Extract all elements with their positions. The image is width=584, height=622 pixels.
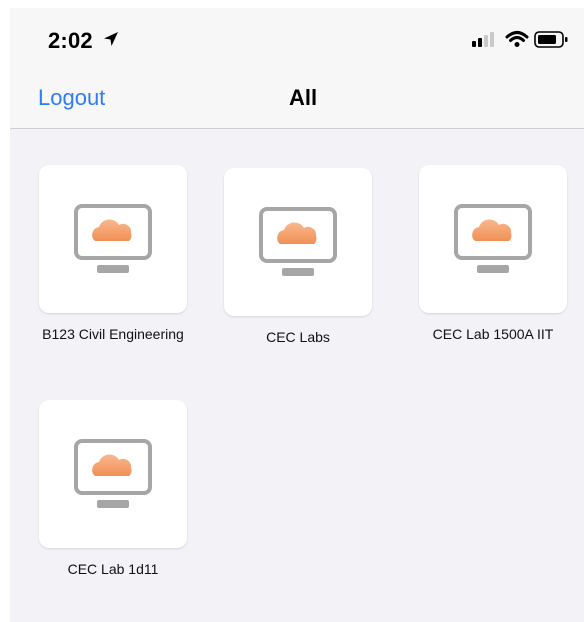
top-bar: 2:02 Logout All	[10, 8, 584, 129]
cloud-monitor-icon	[74, 439, 152, 508]
page-title: All	[289, 85, 318, 110]
location-arrow-icon	[104, 32, 118, 46]
app-screen: 2:02 Logout All B123 Civil Engineering C…	[10, 8, 584, 622]
battery-icon	[534, 31, 568, 48]
desktop-label: B123 Civil Engineering	[42, 326, 184, 342]
desktop-tile-b123-civil-engineering[interactable]	[39, 165, 187, 313]
desktop-label: CEC Labs	[266, 329, 330, 345]
desktop-tile-cec-lab-1500a-iit[interactable]	[419, 165, 567, 313]
desktop-label: CEC Lab 1d11	[67, 561, 159, 577]
status-time: 2:02	[48, 28, 93, 53]
cloud-monitor-icon	[259, 207, 337, 276]
desktop-tile-cec-labs[interactable]	[224, 168, 372, 316]
cloud-monitor-icon	[454, 204, 532, 273]
desktop-label: CEC Lab 1500A IIT	[432, 326, 554, 342]
wifi-icon	[505, 31, 529, 47]
cloud-monitor-icon	[74, 204, 152, 273]
desktop-tile-cec-lab-1d11[interactable]	[39, 400, 187, 548]
status-icons	[472, 31, 568, 48]
cellular-signal-icon	[472, 32, 494, 47]
logout-button[interactable]: Logout	[38, 85, 105, 111]
